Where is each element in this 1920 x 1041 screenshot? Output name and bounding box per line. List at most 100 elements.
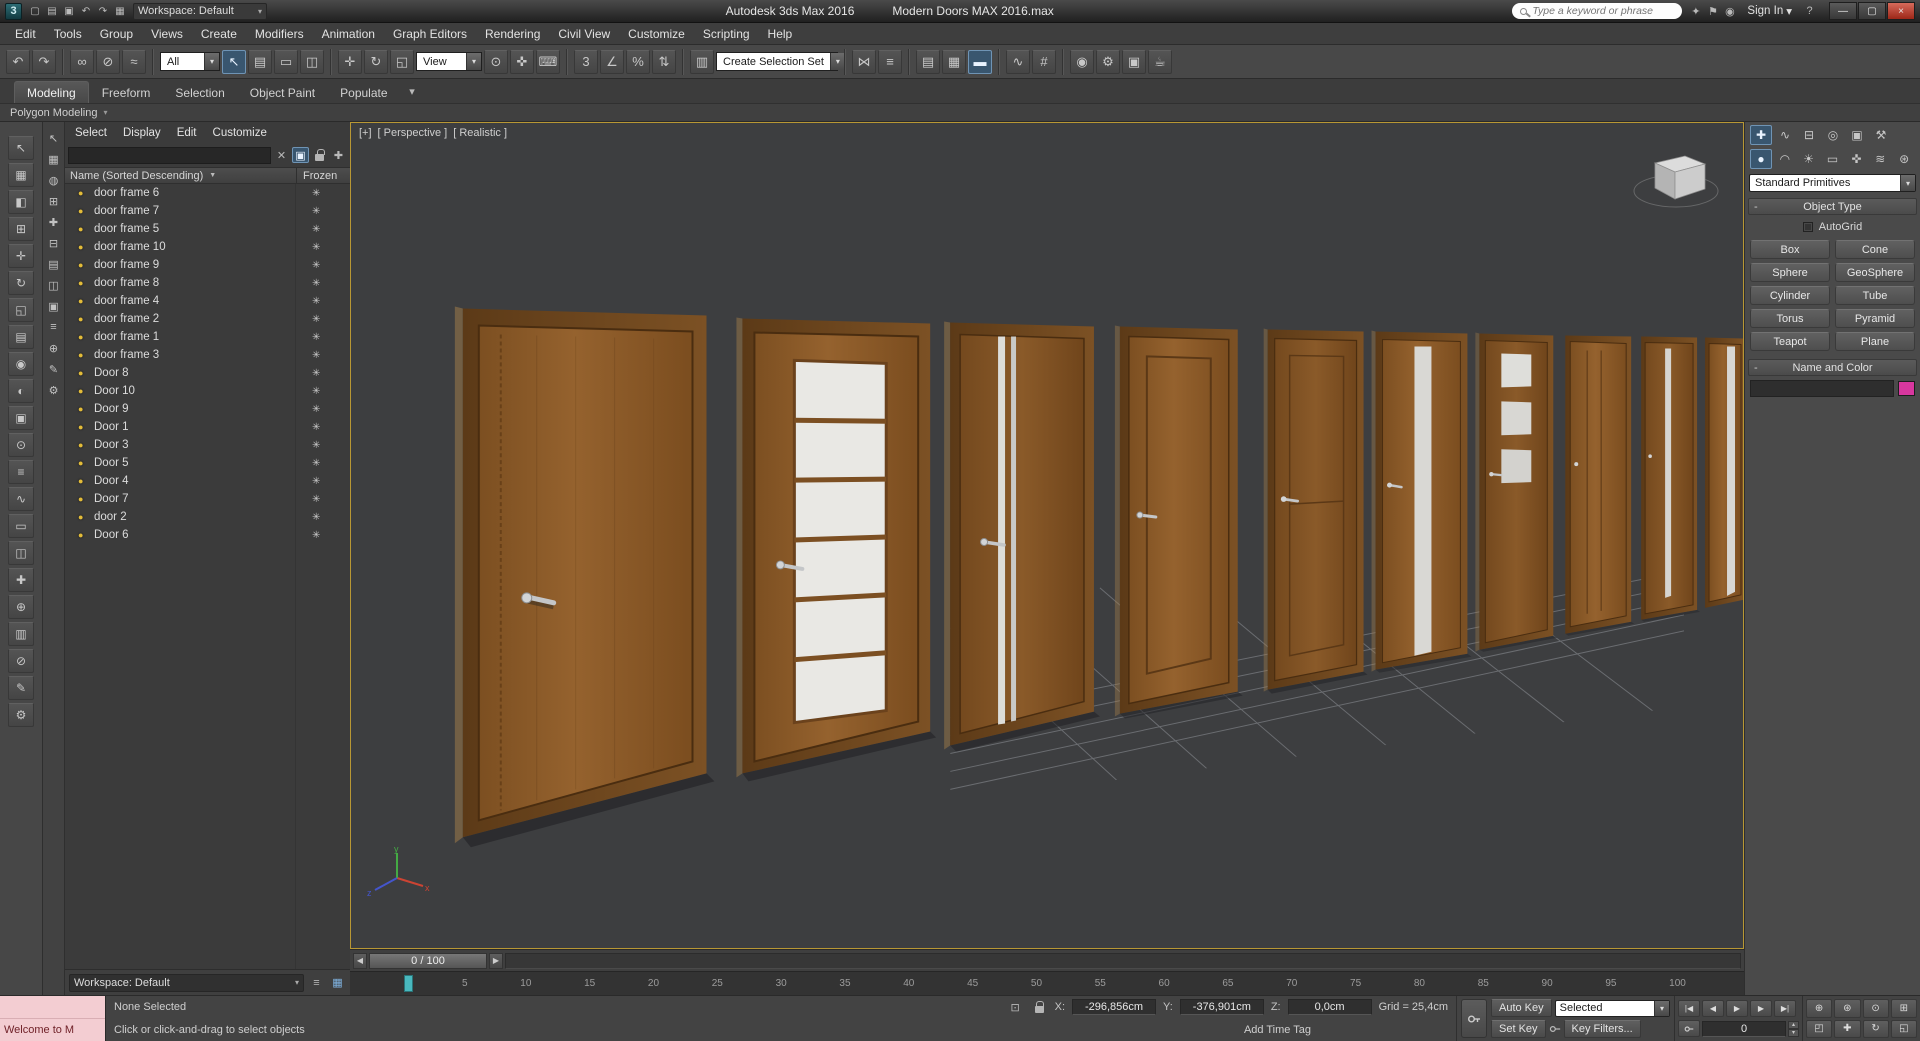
frozen-toggle-icon[interactable]: ✳	[296, 332, 350, 343]
scene-door-9[interactable]	[1641, 336, 1701, 622]
menu-item[interactable]: Views	[142, 23, 192, 44]
frozen-toggle-icon[interactable]: ✳	[296, 206, 350, 217]
selection-filter-dropdown[interactable]: All ▾	[160, 52, 220, 71]
explorer-menu-item[interactable]: Edit	[169, 122, 205, 143]
cone-button[interactable]: Cone	[1835, 240, 1915, 259]
dock-tool-13[interactable]: ≡	[8, 460, 34, 484]
cat-shapes[interactable]: ◠	[1774, 149, 1796, 169]
redo-quick-icon[interactable]: ↷	[95, 3, 111, 19]
time-slider-prev[interactable]: ◀	[353, 952, 367, 969]
scene-object-row[interactable]: ● Door 4 ✳	[65, 472, 350, 490]
menu-item[interactable]: Tools	[45, 23, 91, 44]
chevron-down-icon[interactable]: ▾	[204, 53, 219, 70]
explorer-search-input[interactable]	[68, 146, 271, 164]
visibility-bulb-icon[interactable]: ●	[78, 350, 88, 360]
cat-lights[interactable]: ☀	[1798, 149, 1820, 169]
pyramid-button[interactable]: Pyramid	[1835, 309, 1915, 328]
undo-quick-icon[interactable]: ↶	[78, 3, 94, 19]
select-and-link-icon[interactable]: ∞	[70, 49, 94, 74]
visibility-bulb-icon[interactable]: ●	[78, 512, 88, 522]
menu-item[interactable]: Edit	[6, 23, 45, 44]
play-button[interactable]: ▶	[1726, 999, 1748, 1017]
dock-tool-20[interactable]: ⊘	[8, 649, 34, 673]
visibility-bulb-icon[interactable]: ●	[78, 440, 88, 450]
macro-recorder-line[interactable]	[0, 996, 105, 1019]
panel-tab-modify[interactable]: ∿	[1774, 125, 1796, 145]
undo-icon[interactable]: ↶	[6, 49, 30, 74]
explorer-tool-4[interactable]: ⊞	[45, 193, 62, 209]
spinner-snap-icon[interactable]: ⇅	[652, 49, 676, 74]
menu-item[interactable]: Help	[759, 23, 802, 44]
x-coordinate-field[interactable]: -296,856cm	[1072, 999, 1157, 1016]
explorer-menu-item[interactable]: Customize	[205, 122, 275, 143]
frozen-toggle-icon[interactable]: ✳	[296, 188, 350, 199]
dock-tool-14[interactable]: ∿	[8, 487, 34, 511]
visibility-bulb-icon[interactable]: ●	[78, 332, 88, 342]
autogrid-checkbox[interactable]	[1802, 222, 1813, 232]
visibility-bulb-icon[interactable]: ●	[78, 494, 88, 504]
clear-search-icon[interactable]: ✕	[273, 147, 290, 163]
cylinder-button[interactable]: Cylinder	[1750, 286, 1830, 305]
ribbon-config-icon[interactable]: ▾	[404, 83, 421, 99]
scene-object-row[interactable]: ● door frame 6 ✳	[65, 184, 350, 202]
dock-tool-19[interactable]: ▥	[8, 622, 34, 646]
scene-object-row[interactable]: ● Door 1 ✳	[65, 418, 350, 436]
app-logo[interactable]: 3	[5, 2, 22, 20]
time-slider-next[interactable]: ▶	[489, 952, 503, 969]
cat-spacewarps[interactable]: ≋	[1869, 149, 1891, 169]
bind-to-space-warp-icon[interactable]: ≈	[122, 49, 146, 74]
chevron-down-icon[interactable]: ▾	[1654, 1000, 1669, 1016]
visibility-bulb-icon[interactable]: ●	[78, 260, 88, 270]
viewport-menu-shading[interactable]: [ Realistic ]	[453, 127, 507, 139]
dock-tool-6[interactable]: ↻	[8, 271, 34, 295]
visibility-bulb-icon[interactable]: ●	[78, 296, 88, 306]
object-color-swatch[interactable]	[1898, 381, 1915, 396]
dock-tool-15[interactable]: ▭	[8, 514, 34, 538]
toggle-ribbon-tool[interactable]: ▬	[968, 49, 992, 74]
scene-object-row[interactable]: ● door frame 4 ✳	[65, 292, 350, 310]
keyboard-override-icon[interactable]: ⌨	[536, 49, 560, 74]
grid-display-icon[interactable]: ▦	[329, 975, 346, 991]
set-keys-button[interactable]	[1461, 999, 1487, 1038]
explorer-tool-2[interactable]: ▦	[45, 151, 62, 167]
percent-snap-icon[interactable]: %	[626, 49, 650, 74]
explorer-sync-icon[interactable]: ▣	[292, 147, 309, 163]
render-production-icon[interactable]: ☕	[1148, 49, 1172, 74]
search-input[interactable]	[1532, 5, 1675, 17]
scene-door-2[interactable]	[736, 317, 937, 782]
menu-item[interactable]: Rendering	[476, 23, 549, 44]
frozen-toggle-icon[interactable]: ✳	[296, 530, 350, 541]
chevron-down-icon[interactable]: ▾	[466, 53, 481, 70]
maxscript-mini-listener[interactable]: Welcome to M	[0, 996, 106, 1041]
user-icon[interactable]: ◉	[1721, 3, 1738, 19]
plane-button[interactable]: Plane	[1835, 332, 1915, 351]
frozen-toggle-icon[interactable]: ✳	[296, 440, 350, 451]
visibility-bulb-icon[interactable]: ●	[78, 530, 88, 540]
project-folder-icon[interactable]: ▦	[112, 3, 128, 19]
key-selection-dropdown[interactable]: Selected ▾	[1554, 999, 1670, 1017]
object-class-dropdown[interactable]: Standard Primitives ▾	[1749, 174, 1916, 192]
curve-editor-icon[interactable]: ∿	[1006, 49, 1030, 74]
viewport-menu-pov[interactable]: [ Perspective ]	[378, 127, 448, 139]
z-coordinate-field[interactable]: 0,0cm	[1287, 999, 1372, 1016]
chevron-down-icon[interactable]: ▾	[829, 53, 845, 70]
time-slider-track[interactable]	[505, 952, 1741, 969]
name-column-header[interactable]: Name (Sorted Descending) ▼	[65, 170, 296, 182]
menu-item[interactable]: Customize	[619, 23, 694, 44]
frozen-toggle-icon[interactable]: ✳	[296, 278, 350, 289]
scene-object-row[interactable]: ● Door 5 ✳	[65, 454, 350, 472]
frozen-toggle-icon[interactable]: ✳	[296, 368, 350, 379]
dock-tool-3[interactable]: ◧	[8, 190, 34, 214]
prev-frame-button[interactable]: ◀	[1702, 999, 1724, 1017]
dock-tool-1[interactable]: ↖	[8, 136, 34, 160]
pan-icon[interactable]: ✚	[1834, 1019, 1861, 1038]
dock-tool-8[interactable]: ▤	[8, 325, 34, 349]
zoom-all-icon[interactable]: ⊛	[1834, 999, 1861, 1018]
spinner-up-icon[interactable]: ▴	[1788, 1020, 1799, 1029]
frozen-toggle-icon[interactable]: ✳	[296, 314, 350, 325]
set-key-button[interactable]: Set Key	[1491, 1019, 1546, 1038]
key-mode-toggle[interactable]	[1678, 1020, 1700, 1038]
add-collection-icon[interactable]: ✚	[330, 147, 347, 163]
explorer-tool-10[interactable]: ≡	[45, 319, 62, 335]
explorer-tool-11[interactable]: ⊕	[45, 340, 62, 356]
